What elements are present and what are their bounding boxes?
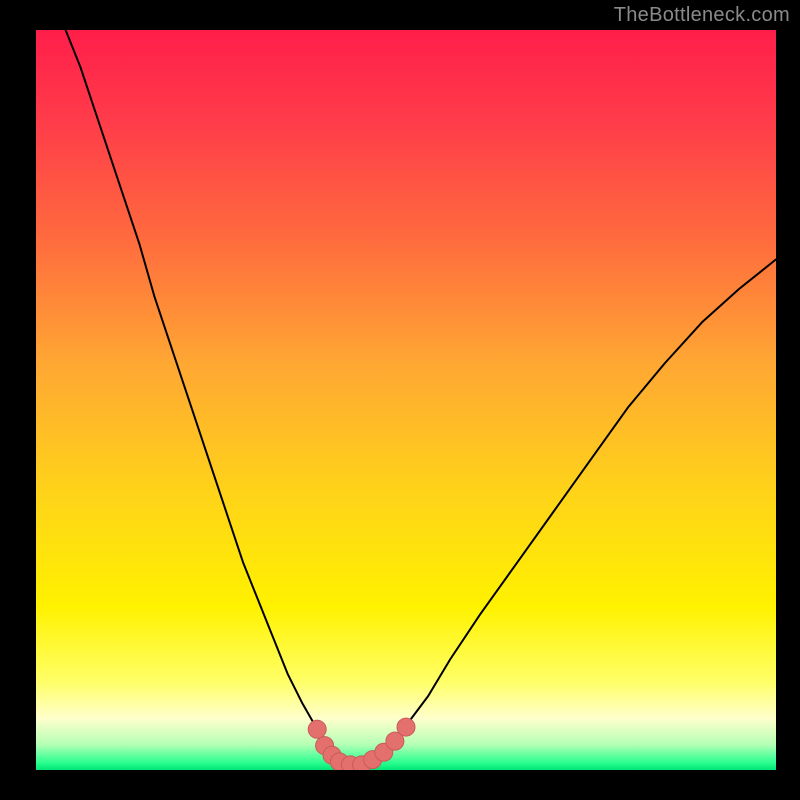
app-frame: TheBottleneck.com bbox=[0, 0, 800, 800]
gradient-background bbox=[36, 30, 776, 770]
bottleneck-chart bbox=[36, 30, 776, 770]
watermark-text: TheBottleneck.com bbox=[614, 4, 790, 27]
valley-marker bbox=[397, 718, 415, 736]
valley-marker bbox=[308, 720, 326, 738]
chart-container bbox=[36, 30, 776, 770]
